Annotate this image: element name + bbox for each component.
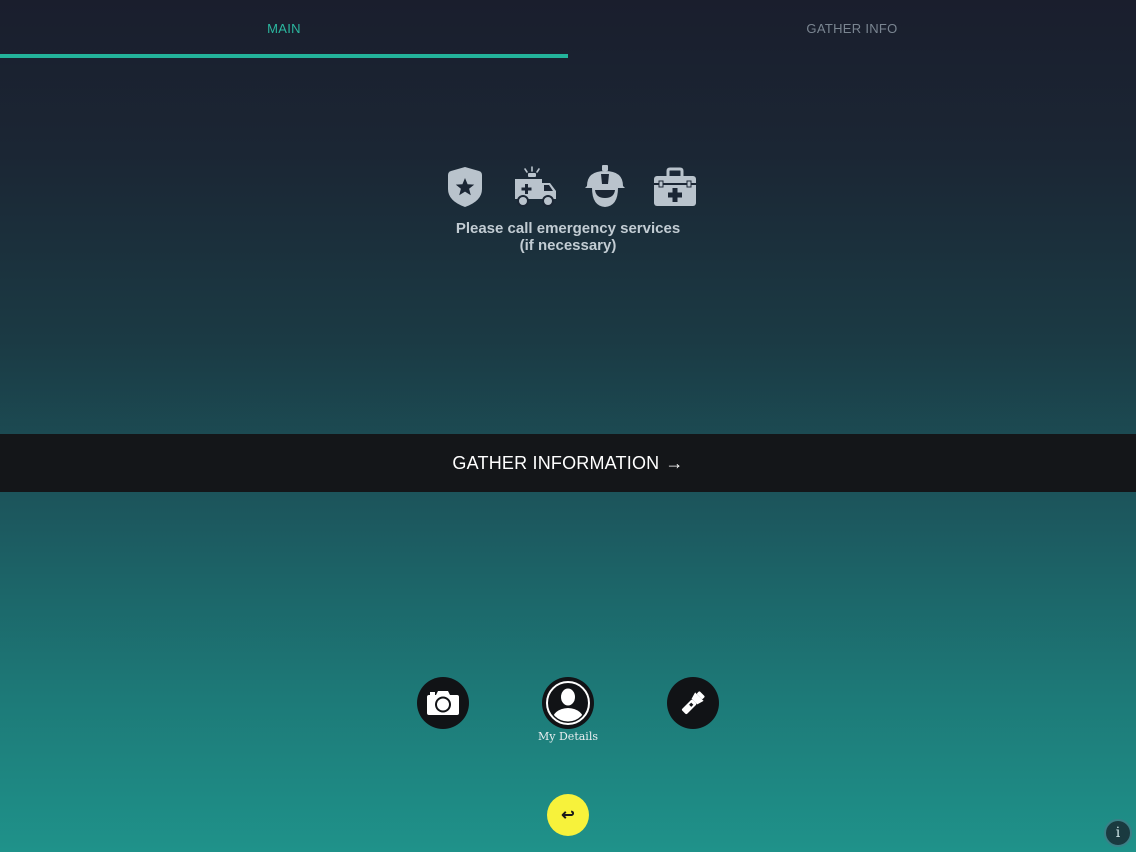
gather-information-button[interactable]: GATHER INFORMATION → — [0, 434, 1136, 492]
camera-button[interactable] — [417, 677, 469, 729]
user-silhouette-icon — [546, 681, 590, 725]
police-badge-icon — [440, 163, 490, 211]
arrow-right-icon: → — [665, 452, 684, 473]
active-tab-indicator — [0, 54, 568, 58]
my-details-button[interactable] — [542, 677, 594, 729]
emergency-notice-line2: (if necessary) — [519, 237, 617, 254]
tab-gather-info[interactable]: GATHER INFO — [568, 0, 1136, 58]
my-details-label: My Details — [538, 730, 598, 743]
tab-bar: MAIN GATHER INFO — [0, 0, 1136, 58]
return-arrow-icon: ↩ — [561, 807, 575, 824]
tab-main[interactable]: MAIN — [0, 0, 568, 58]
back-button[interactable]: ↩ — [547, 794, 589, 836]
flashlight-button[interactable] — [667, 677, 719, 729]
info-button[interactable]: i — [1104, 819, 1132, 847]
first-aid-kit-icon — [650, 163, 700, 211]
camera-icon — [427, 691, 459, 715]
emergency-services-icons — [440, 162, 700, 212]
info-icon: i — [1115, 825, 1121, 841]
firefighter-helmet-icon — [580, 163, 630, 211]
emergency-notice-line1: Please call emergency services — [455, 220, 681, 237]
gather-information-label: GATHER INFORMATION — [452, 452, 660, 473]
emergency-notice: Please call emergency services (if neces… — [368, 220, 768, 254]
ambulance-icon — [510, 163, 560, 211]
flashlight-icon — [681, 691, 705, 715]
